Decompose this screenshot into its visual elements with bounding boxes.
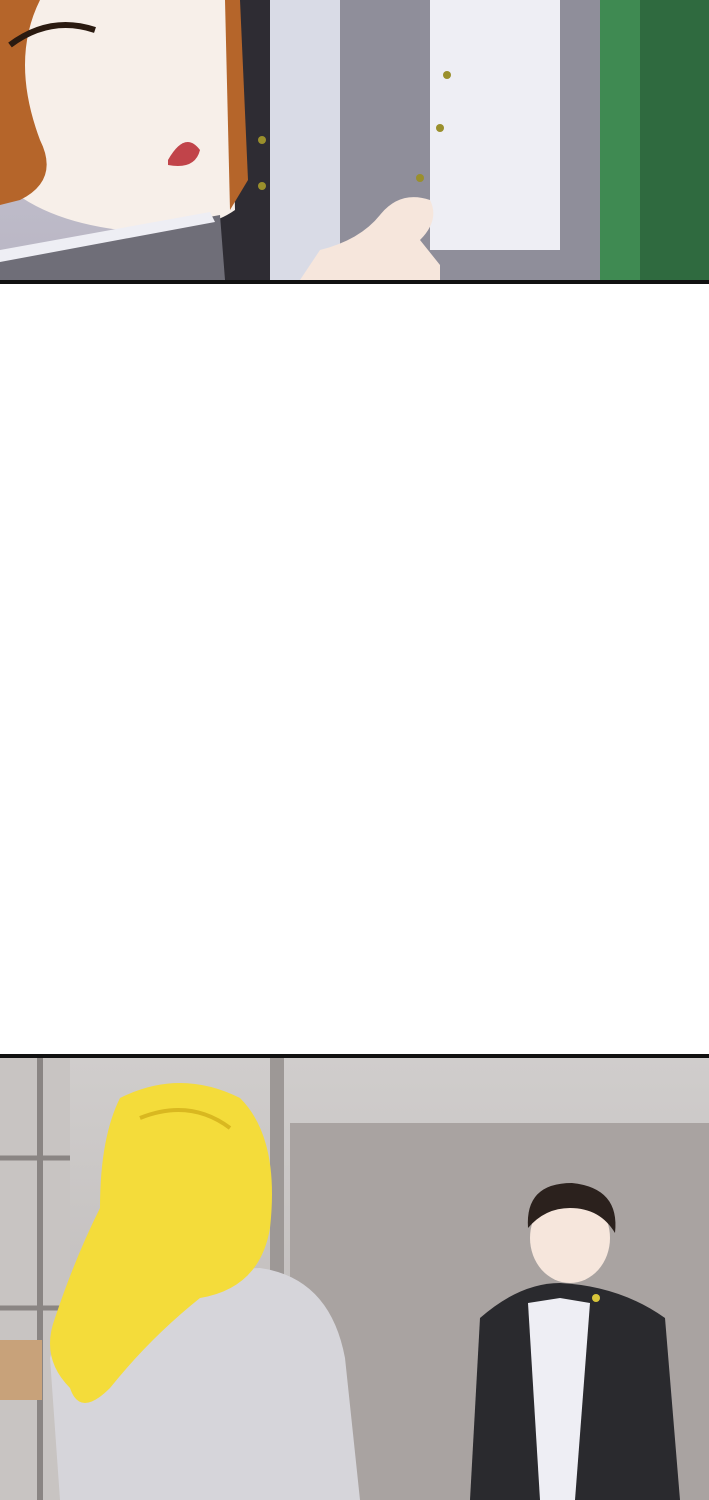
comic-panel-top	[0, 0, 709, 280]
panel-bottom-illustration	[0, 1058, 709, 1500]
comic-panel-bottom	[0, 1058, 709, 1500]
panel-top-illustration	[0, 0, 709, 280]
gutter-space	[0, 284, 709, 1054]
